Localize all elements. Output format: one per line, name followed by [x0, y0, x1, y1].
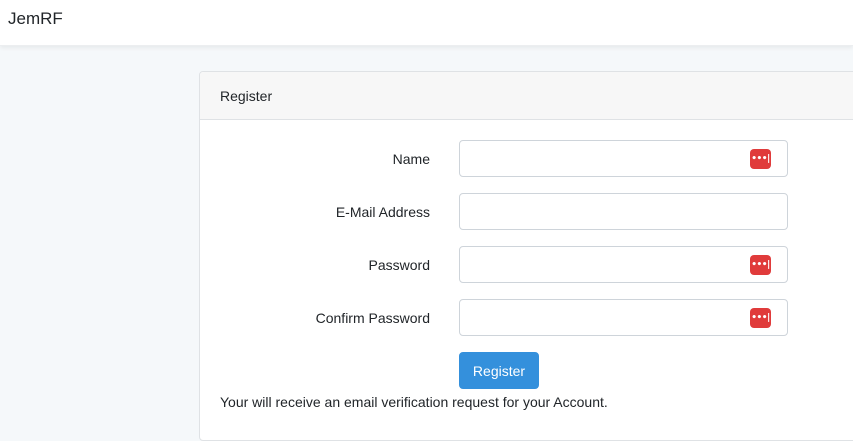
- confirm-password-input[interactable]: [459, 299, 788, 336]
- password-manager-icon[interactable]: •••|: [750, 149, 771, 169]
- password-manager-icon[interactable]: •••|: [750, 255, 771, 275]
- password-label: Password: [368, 257, 430, 273]
- register-button[interactable]: Register: [459, 352, 539, 389]
- confirm-password-label: Confirm Password: [315, 310, 430, 326]
- email-input[interactable]: [459, 193, 788, 230]
- register-card: Register Name •••| E-Mail Address Passwo…: [199, 71, 853, 441]
- name-row: Name •••|: [200, 140, 853, 178]
- top-navbar: JemRF: [0, 0, 853, 46]
- password-input[interactable]: [459, 246, 788, 283]
- name-label: Name: [392, 151, 430, 167]
- card-header: Register: [200, 72, 853, 120]
- confirm-password-row: Confirm Password •••|: [200, 299, 853, 337]
- password-manager-icon[interactable]: •••|: [750, 308, 771, 328]
- brand-link[interactable]: JemRF: [8, 9, 63, 29]
- name-input[interactable]: [459, 140, 788, 177]
- verification-notice: Your will receive an email verification …: [220, 394, 608, 410]
- email-label: E-Mail Address: [335, 204, 430, 220]
- password-row: Password •••|: [200, 246, 853, 284]
- email-row: E-Mail Address: [200, 193, 853, 231]
- card-header-title: Register: [220, 88, 273, 104]
